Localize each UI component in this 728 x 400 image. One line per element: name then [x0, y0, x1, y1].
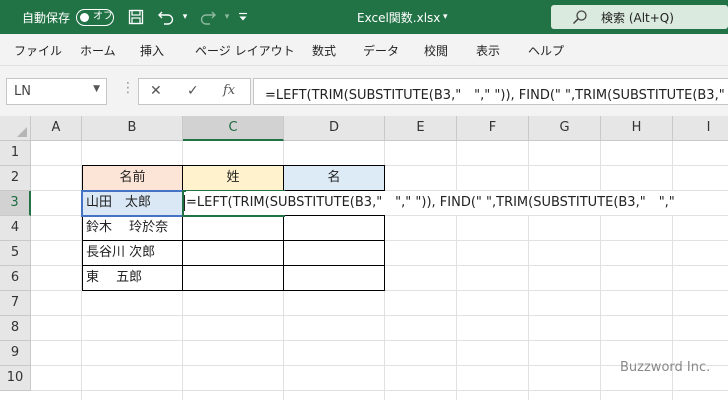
search-icon — [572, 9, 588, 25]
cell-d6[interactable] — [283, 266, 385, 291]
chevron-down-icon[interactable]: ▼ — [93, 84, 100, 94]
cancel-icon[interactable]: ✕ — [150, 83, 162, 99]
name-box[interactable]: LN ▼ — [6, 78, 107, 105]
header-cell-given-name[interactable]: 名 — [283, 165, 385, 191]
ribbon-tabs: ファイル ホーム 挿入 ページ レイアウト 数式 データ 校閲 表示 ヘルプ — [0, 34, 728, 66]
row-header-7[interactable]: 7 — [0, 291, 31, 316]
gridline — [600, 141, 601, 400]
row-header-8[interactable]: 8 — [0, 316, 31, 341]
gridline — [31, 390, 728, 391]
referenced-cell-highlight — [81, 190, 184, 217]
undo-dropdown-icon[interactable]: ▾ — [176, 8, 194, 26]
gridline — [31, 340, 728, 341]
row-header-2[interactable]: 2 — [0, 166, 31, 191]
redo-icon[interactable] — [199, 8, 217, 26]
cell-b6[interactable]: 東 五郎 — [82, 266, 183, 291]
gridline — [528, 141, 529, 400]
row-header-1[interactable]: 1 — [0, 141, 31, 166]
row-header-6[interactable]: 6 — [0, 266, 31, 291]
row-header-4[interactable]: 4 — [0, 216, 31, 241]
tab-formulas[interactable]: 数式 — [312, 42, 336, 59]
tab-view[interactable]: 表示 — [476, 42, 500, 59]
text-cursor — [184, 195, 185, 211]
undo-icon[interactable] — [157, 8, 175, 26]
cell-edit-text[interactable]: =LEFT(TRIM(SUBSTITUTE(B3," "," ")), FIND… — [186, 191, 675, 215]
gridline — [31, 315, 728, 316]
watermark: Buzzword Inc. — [620, 360, 711, 375]
save-icon[interactable] — [127, 8, 145, 26]
row-header-5[interactable]: 5 — [0, 241, 31, 266]
gridline — [456, 141, 457, 400]
tab-page-layout[interactable]: ページ レイアウト — [195, 42, 295, 59]
customize-qat-icon[interactable] — [234, 8, 252, 26]
tab-review[interactable]: 校閲 — [424, 42, 448, 59]
search-box[interactable]: 検索 (Alt+Q) — [551, 5, 728, 29]
cell-c6[interactable] — [182, 266, 284, 291]
column-header-i[interactable]: I — [673, 116, 728, 141]
tab-file[interactable]: ファイル — [14, 42, 62, 59]
more-icon: ⋮ — [121, 80, 135, 96]
select-all-button[interactable] — [0, 116, 31, 141]
formula-buttons: ✕ ✓ fx — [138, 78, 251, 105]
row-header-9[interactable]: 9 — [0, 341, 31, 366]
column-header-d[interactable]: D — [284, 116, 385, 141]
cell-d5[interactable] — [283, 241, 385, 266]
toggle-knob — [80, 12, 89, 22]
tab-insert[interactable]: 挿入 — [140, 42, 164, 59]
worksheet-grid[interactable]: A B C D E F G H I 1 2 3 4 5 6 7 8 9 10 名… — [0, 116, 728, 400]
tab-data[interactable]: データ — [363, 42, 399, 59]
column-header-g[interactable]: G — [529, 116, 601, 141]
chevron-down-icon[interactable]: ▾ — [443, 9, 448, 25]
cell-b4[interactable]: 鈴木 玲於奈 — [82, 216, 183, 241]
header-cell-name[interactable]: 名前 — [82, 165, 183, 191]
autosave-toggle[interactable]: オフ — [76, 9, 114, 26]
cell-b5[interactable]: 長谷川 次郎 — [82, 241, 183, 266]
column-header-c[interactable]: C — [183, 116, 284, 141]
search-placeholder: 検索 (Alt+Q) — [601, 11, 674, 25]
autosave-state: オフ — [93, 11, 113, 22]
column-header-h[interactable]: H — [601, 116, 673, 141]
cell-c5[interactable] — [182, 241, 284, 266]
header-cell-surname[interactable]: 姓 — [182, 165, 284, 191]
name-box-value: LN — [14, 84, 31, 99]
column-header-a[interactable]: A — [31, 116, 82, 141]
formula-input[interactable]: =LEFT(TRIM(SUBSTITUTE(B3," "," ")), FIND… — [253, 78, 728, 105]
title-bar: 自動保存 オフ ▾ ▾ Excel関数.xlsx ▾ 検索 (Alt+Q) — [0, 0, 728, 34]
column-header-b[interactable]: B — [82, 116, 183, 141]
formula-text: =LEFT(TRIM(SUBSTITUTE(B3," "," ")), FIND… — [265, 88, 725, 103]
insert-function-icon[interactable]: fx — [223, 83, 235, 98]
column-header-e[interactable]: E — [385, 116, 457, 141]
tab-help[interactable]: ヘルプ — [528, 42, 564, 59]
cell-c4[interactable] — [182, 216, 284, 241]
document-title[interactable]: Excel関数.xlsx — [357, 9, 440, 26]
cell-d4[interactable] — [283, 216, 385, 241]
enter-icon[interactable]: ✓ — [187, 83, 199, 99]
row-header-3[interactable]: 3 — [0, 191, 31, 216]
tab-home[interactable]: ホーム — [80, 42, 116, 59]
column-header-f[interactable]: F — [457, 116, 529, 141]
autosave-label: 自動保存 — [22, 11, 71, 25]
row-header-10[interactable]: 10 — [0, 366, 31, 391]
